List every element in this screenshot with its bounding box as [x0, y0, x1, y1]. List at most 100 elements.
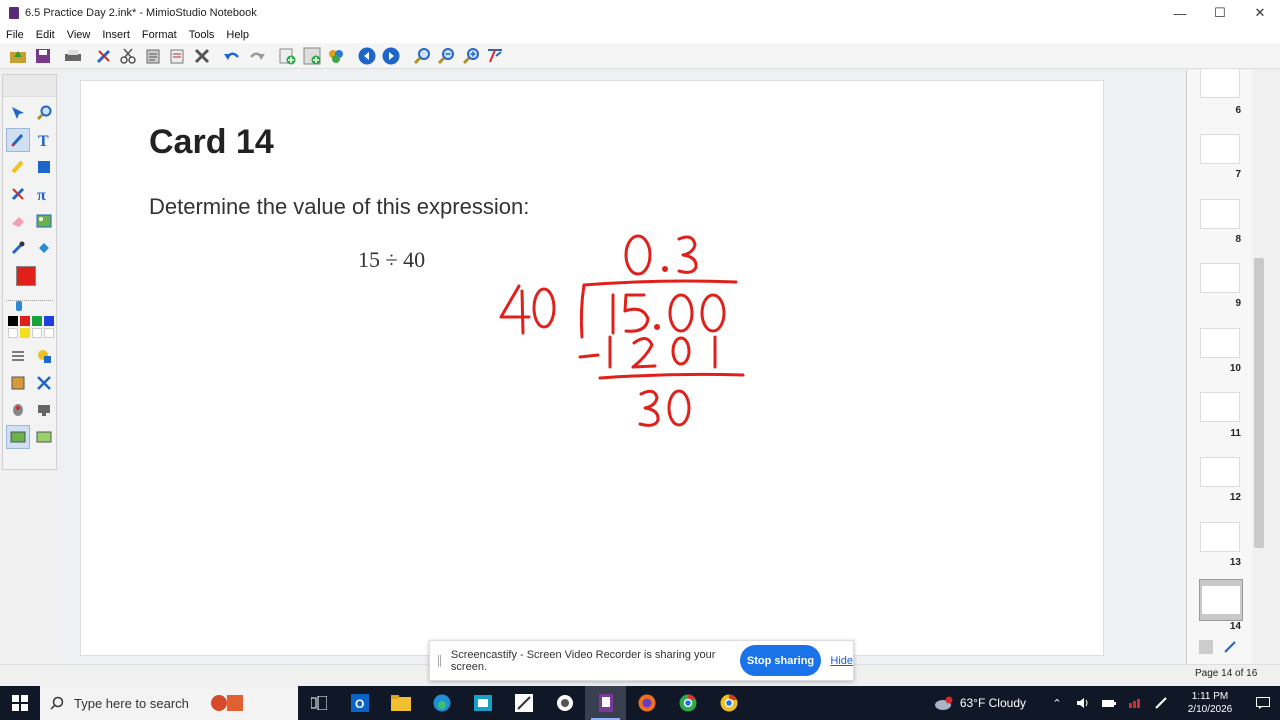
slide-tool-icon[interactable]: [6, 425, 30, 449]
zoom-out-icon[interactable]: [436, 46, 456, 66]
reveal-icon[interactable]: [32, 425, 56, 449]
pen-tray-icon[interactable]: [1148, 696, 1174, 710]
drag-handle[interactable]: [438, 654, 441, 667]
menu-help[interactable]: Help: [226, 29, 249, 41]
taskbar-search-box[interactable]: Type here to search: [40, 686, 298, 720]
canvas-area[interactable]: Card 14 Determine the value of this expr…: [58, 70, 1184, 666]
add-object-icon[interactable]: [302, 46, 322, 66]
page-thumbnail[interactable]: [1200, 134, 1240, 164]
swatch-none[interactable]: [32, 328, 42, 338]
eraser-marker-icon[interactable]: [6, 182, 30, 206]
network-icon[interactable]: [1122, 697, 1148, 709]
edge-icon[interactable]: [421, 686, 462, 720]
close-button[interactable]: ✕: [1240, 0, 1280, 26]
swatch-yellow[interactable]: [20, 328, 30, 338]
swatch-black[interactable]: [8, 316, 18, 326]
line-style-icon[interactable]: [6, 344, 30, 368]
task-view-icon[interactable]: [298, 686, 339, 720]
screen-capture-icon[interactable]: [6, 371, 30, 395]
battery-icon[interactable]: [1096, 698, 1122, 708]
recorder-icon[interactable]: [6, 398, 30, 422]
zoom-icon[interactable]: [412, 46, 432, 66]
page-sorter-scrollbar[interactable]: [1252, 70, 1266, 666]
clock[interactable]: 1:11 PM 2/10/2026: [1174, 690, 1246, 716]
swatch-green[interactable]: [32, 316, 42, 326]
swatch-blue[interactable]: [44, 316, 54, 326]
notification-icon[interactable]: [1246, 697, 1280, 709]
volume-icon[interactable]: [1070, 697, 1096, 709]
thickness-slider[interactable]: [6, 300, 53, 312]
swatch-white[interactable]: [8, 328, 18, 338]
add-page-icon[interactable]: [277, 46, 297, 66]
next-page-icon[interactable]: [381, 46, 401, 66]
pen-icon[interactable]: [6, 128, 30, 152]
windows-start-icon[interactable]: [0, 686, 40, 720]
chrome-icon-2[interactable]: [708, 686, 749, 720]
zoom-in-icon[interactable]: [461, 46, 481, 66]
print-icon[interactable]: [63, 46, 83, 66]
minimize-button[interactable]: —: [1160, 0, 1200, 26]
math-icon[interactable]: π: [32, 182, 56, 206]
stop-sharing-button[interactable]: Stop sharing: [739, 645, 822, 676]
menu-file[interactable]: File: [6, 29, 24, 41]
firefox-icon[interactable]: [626, 686, 667, 720]
save-icon[interactable]: [33, 46, 53, 66]
dropper-icon[interactable]: [6, 236, 30, 260]
menu-edit[interactable]: Edit: [36, 29, 55, 41]
page-thumbnail[interactable]: [1200, 457, 1240, 487]
sorter-pen-icon[interactable]: [1223, 640, 1237, 654]
pen-app-icon[interactable]: [503, 686, 544, 720]
page-thumbnail[interactable]: [1200, 199, 1240, 229]
screen-app-icon[interactable]: [462, 686, 503, 720]
page-thumbnail[interactable]: [1200, 328, 1240, 358]
page-thumbnail[interactable]: [1200, 68, 1240, 98]
undo-icon[interactable]: [222, 46, 242, 66]
page-thumbnail[interactable]: [1200, 392, 1240, 422]
select-icon[interactable]: [6, 101, 30, 125]
image-icon[interactable]: [32, 209, 56, 233]
open-icon[interactable]: [8, 46, 28, 66]
swatch-red[interactable]: [20, 316, 30, 326]
menu-insert[interactable]: Insert: [102, 29, 130, 41]
zoom-tool-icon[interactable]: [32, 101, 56, 125]
text-icon[interactable]: T: [32, 128, 56, 152]
scrollbar-thumb[interactable]: [1254, 258, 1264, 548]
menu-tools[interactable]: Tools: [189, 29, 215, 41]
paste-icon[interactable]: [143, 46, 163, 66]
slider-handle[interactable]: [16, 301, 22, 311]
shape-icon[interactable]: [32, 155, 56, 179]
highlighter-icon[interactable]: [6, 155, 30, 179]
chevron-up-icon[interactable]: ⌃: [1044, 697, 1070, 710]
tools-icon[interactable]: [32, 371, 56, 395]
hide-link[interactable]: Hide: [830, 655, 853, 667]
chrome-icon[interactable]: [667, 686, 708, 720]
file-explorer-icon[interactable]: [380, 686, 421, 720]
weather-widget[interactable]: 63°F Cloudy: [934, 696, 1026, 710]
shapes-icon[interactable]: [32, 344, 56, 368]
swatch-custom[interactable]: [44, 328, 54, 338]
gallery-icon[interactable]: [326, 46, 346, 66]
screen-tool-icon[interactable]: [485, 46, 505, 66]
cut-marker-icon[interactable]: [94, 46, 114, 66]
sorter-view-icon[interactable]: [1199, 640, 1213, 654]
redo-icon[interactable]: [247, 46, 267, 66]
delete-page-icon[interactable]: [167, 46, 187, 66]
page-thumbnail-selected[interactable]: [1199, 579, 1243, 621]
scissors-icon[interactable]: [118, 46, 138, 66]
spotlight-icon[interactable]: [32, 398, 56, 422]
maximize-button[interactable]: ☐: [1200, 0, 1240, 26]
current-color-swatch[interactable]: [16, 266, 36, 286]
menu-format[interactable]: Format: [142, 29, 177, 41]
previous-page-icon[interactable]: [357, 46, 377, 66]
snip-app-icon[interactable]: [544, 686, 585, 720]
page-thumbnail[interactable]: [1200, 522, 1240, 552]
outlook-icon[interactable]: O: [339, 686, 380, 720]
page-thumbnail[interactable]: [1200, 263, 1240, 293]
slide-page[interactable]: Card 14 Determine the value of this expr…: [80, 80, 1104, 656]
delete-icon[interactable]: [192, 46, 212, 66]
fill-icon[interactable]: [32, 236, 56, 260]
eraser-icon[interactable]: [6, 209, 30, 233]
mimio-studio-icon[interactable]: [585, 686, 626, 720]
svg-text:T: T: [38, 133, 49, 148]
menu-view[interactable]: View: [67, 29, 91, 41]
